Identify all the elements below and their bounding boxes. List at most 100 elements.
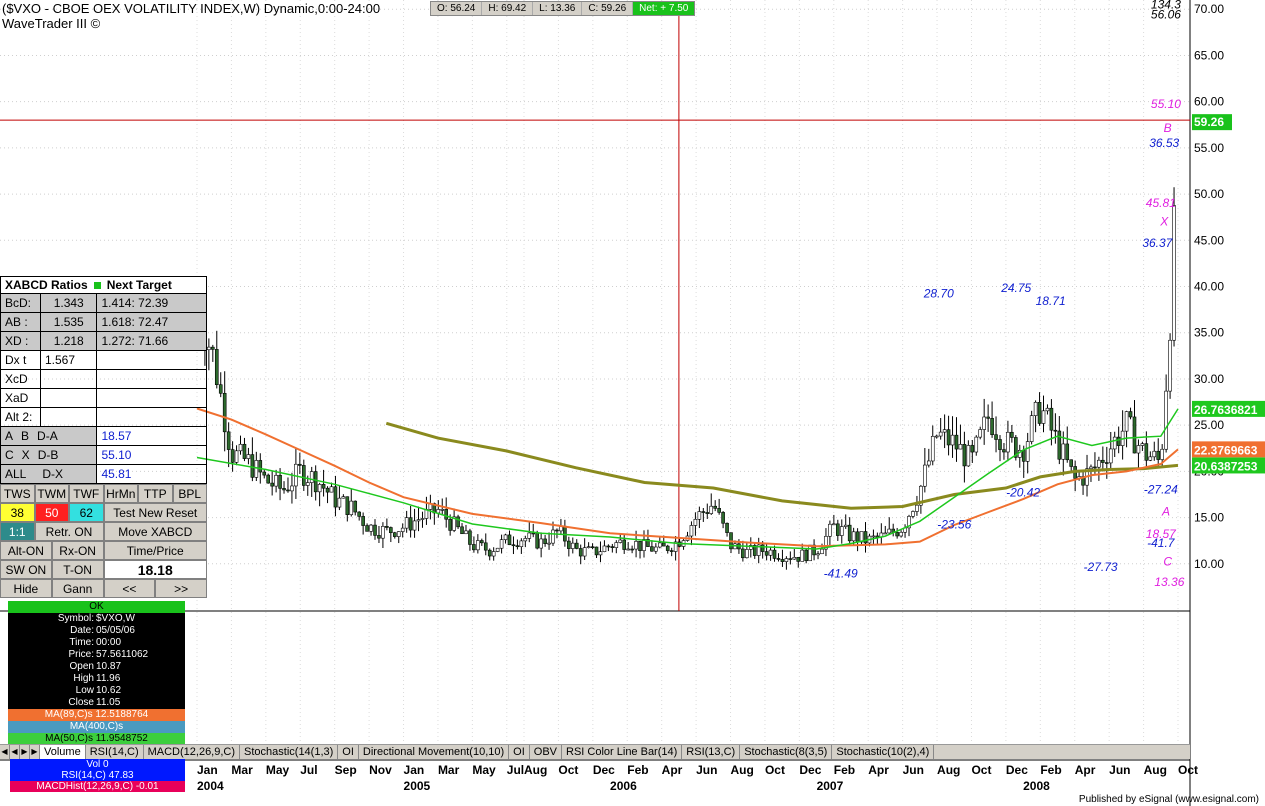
point-value: 45.81 [96, 464, 207, 484]
candle-body [460, 526, 464, 535]
candle-body [286, 489, 290, 492]
candle-body [1144, 443, 1149, 461]
tab-indicator[interactable]: Stochastic(14(1,3) [240, 745, 339, 759]
candle-body [278, 474, 282, 489]
tab-next-icon[interactable]: ▶ [20, 745, 30, 759]
rx-on-button[interactable]: Rx-ON [51, 541, 104, 560]
candle-body [495, 547, 500, 552]
twf-button[interactable]: TWF [69, 484, 104, 503]
tab-indicator[interactable]: OI [338, 745, 359, 759]
point-label-b: X [21, 448, 30, 462]
candle-body [535, 532, 539, 549]
prev-button[interactable]: << [103, 579, 156, 598]
candle-body [974, 436, 979, 453]
candle-body [1140, 443, 1145, 446]
time-price-button[interactable]: Time/Price [103, 541, 207, 560]
candle-body [329, 486, 334, 493]
twm-button[interactable]: TWM [34, 484, 69, 503]
hrmn-button[interactable]: HrMn [103, 484, 138, 503]
wave-annotation: -41.49 [824, 567, 858, 581]
hide-button[interactable]: Hide [0, 579, 52, 598]
t-on-button[interactable]: T-ON [51, 560, 104, 579]
sw-on-button[interactable]: SW ON [0, 560, 52, 579]
tab-indicator[interactable]: RSI(13,C) [682, 745, 741, 759]
wave-annotation: 45.81 [1146, 196, 1176, 210]
ratio-62-button[interactable]: 62 [69, 503, 104, 522]
candle-body [274, 474, 278, 487]
candle-body [622, 539, 627, 550]
ttp-button[interactable]: TTP [138, 484, 173, 503]
next-button[interactable]: >> [155, 579, 207, 598]
candle-body [930, 436, 935, 462]
candle-body [701, 511, 706, 513]
candle-body [499, 539, 504, 549]
tab-indicator[interactable]: OI [509, 745, 530, 759]
candle-body [214, 349, 219, 386]
candle-body [923, 464, 927, 487]
retr-on-button[interactable]: Retr. ON [34, 522, 104, 541]
tab-first-icon[interactable]: ◀ [0, 745, 10, 759]
candle-body [472, 544, 476, 551]
x-tick-label: Apr [662, 763, 683, 777]
candle-body [357, 511, 361, 517]
tab-indicator[interactable]: Stochastic(10(2),4) [832, 745, 935, 759]
one-to-one-button[interactable]: 1:1 [0, 522, 35, 541]
wave-annotation: B [1164, 121, 1172, 135]
candle-body [780, 559, 785, 562]
candle-body [638, 541, 642, 551]
bpl-button[interactable]: BPL [172, 484, 207, 503]
candle-body [519, 540, 524, 548]
test-new-button[interactable]: Test New Reset [103, 503, 207, 522]
tab-indicator[interactable]: RSI(14,C) [86, 745, 144, 759]
candle-body [416, 519, 421, 522]
xabcd-buttons-row4: Alt-ON Rx-ON Time/Price [0, 541, 207, 560]
indicator-readout-box: Vol 0 RSI(14,C) 47.83 MACDHist(12,26,9,C… [10, 759, 185, 792]
candle-body [483, 542, 488, 551]
x-tick-label: Mar [438, 763, 460, 777]
tab-indicator[interactable]: Stochastic(8(3,5) [740, 745, 833, 759]
candle-body [222, 392, 227, 433]
wave-annotation: X [1159, 215, 1169, 229]
candle-body [369, 524, 373, 532]
move-xabcd-button[interactable]: Move XABCD [103, 522, 207, 541]
wave-annotation: -23.56 [937, 518, 971, 532]
candle-body [1093, 466, 1097, 469]
tab-indicator[interactable]: RSI Color Line Bar(14) [562, 745, 683, 759]
ratio-38-button[interactable]: 38 [0, 503, 35, 522]
tab-indicator[interactable]: Directional Movement(10,10) [359, 745, 510, 759]
alt-on-button[interactable]: Alt-ON [0, 541, 52, 560]
candle-body [998, 439, 1002, 450]
candle-body [373, 524, 377, 536]
candle-body [555, 529, 559, 532]
candle-body [800, 549, 805, 562]
candle-body [804, 549, 808, 562]
tab-indicator[interactable]: OBV [530, 745, 563, 759]
ratio-label: AB : [0, 312, 41, 332]
point-selector[interactable]: A B D-A [0, 426, 98, 446]
tab-last-icon[interactable]: ▶ [30, 745, 40, 759]
y-tick-label: 70.00 [1194, 2, 1224, 16]
gann-button[interactable]: Gann [51, 579, 104, 598]
candle-body [262, 471, 267, 476]
point-selector[interactable]: C X D-B [0, 445, 98, 465]
point-selector[interactable]: ALL D-X [0, 464, 98, 484]
candle-body [333, 486, 338, 508]
candle-body [689, 525, 694, 537]
candle-body [958, 444, 963, 450]
tws-button[interactable]: TWS [0, 484, 35, 503]
candle-body [1152, 450, 1157, 458]
ratio-value [39, 369, 98, 389]
tab-prev-icon[interactable]: ◀ [10, 745, 20, 759]
tab-indicator[interactable]: Volume [40, 745, 86, 759]
ratio-label: Dx t [0, 350, 41, 370]
rsi-readout: RSI(14,C) 47.83 [61, 770, 134, 781]
candle-body [1033, 402, 1038, 416]
tab-indicator[interactable]: MACD(12,26,9,C) [144, 745, 241, 759]
data-window-status: OK [8, 601, 185, 613]
y-tick-label: 15.00 [1194, 511, 1224, 525]
candle-body [444, 509, 449, 520]
xabcd-ratio-row: AB :1.535 1.618: 72.47 [0, 312, 207, 332]
candle-body [302, 465, 306, 486]
ratio-50-button[interactable]: 50 [34, 503, 69, 522]
candle-body [717, 508, 721, 513]
